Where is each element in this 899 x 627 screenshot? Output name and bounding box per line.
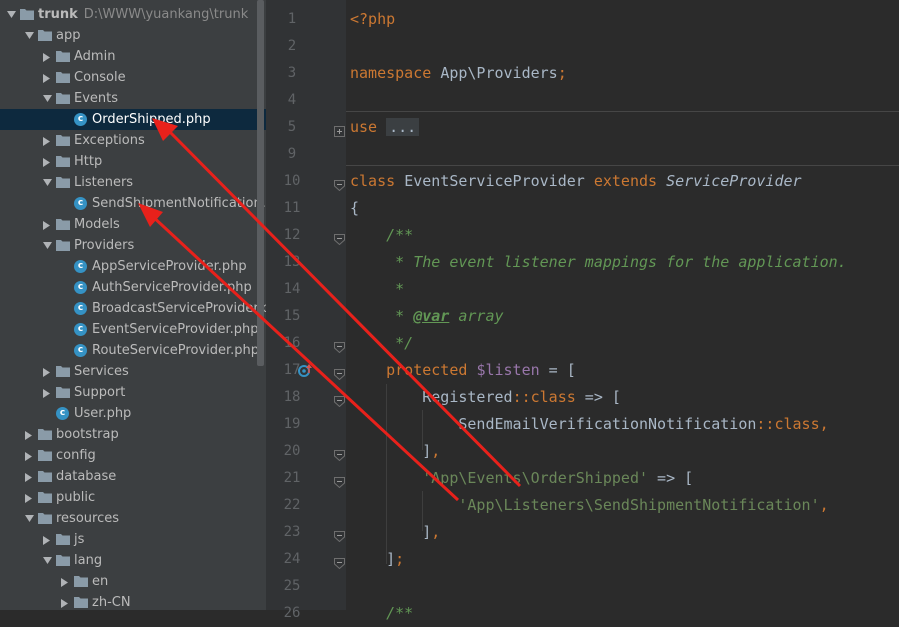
arrow-to-ordershipped [152,118,522,488]
arrow-to-sendshipmentnotification [138,203,460,502]
annotation-arrows [138,118,522,502]
